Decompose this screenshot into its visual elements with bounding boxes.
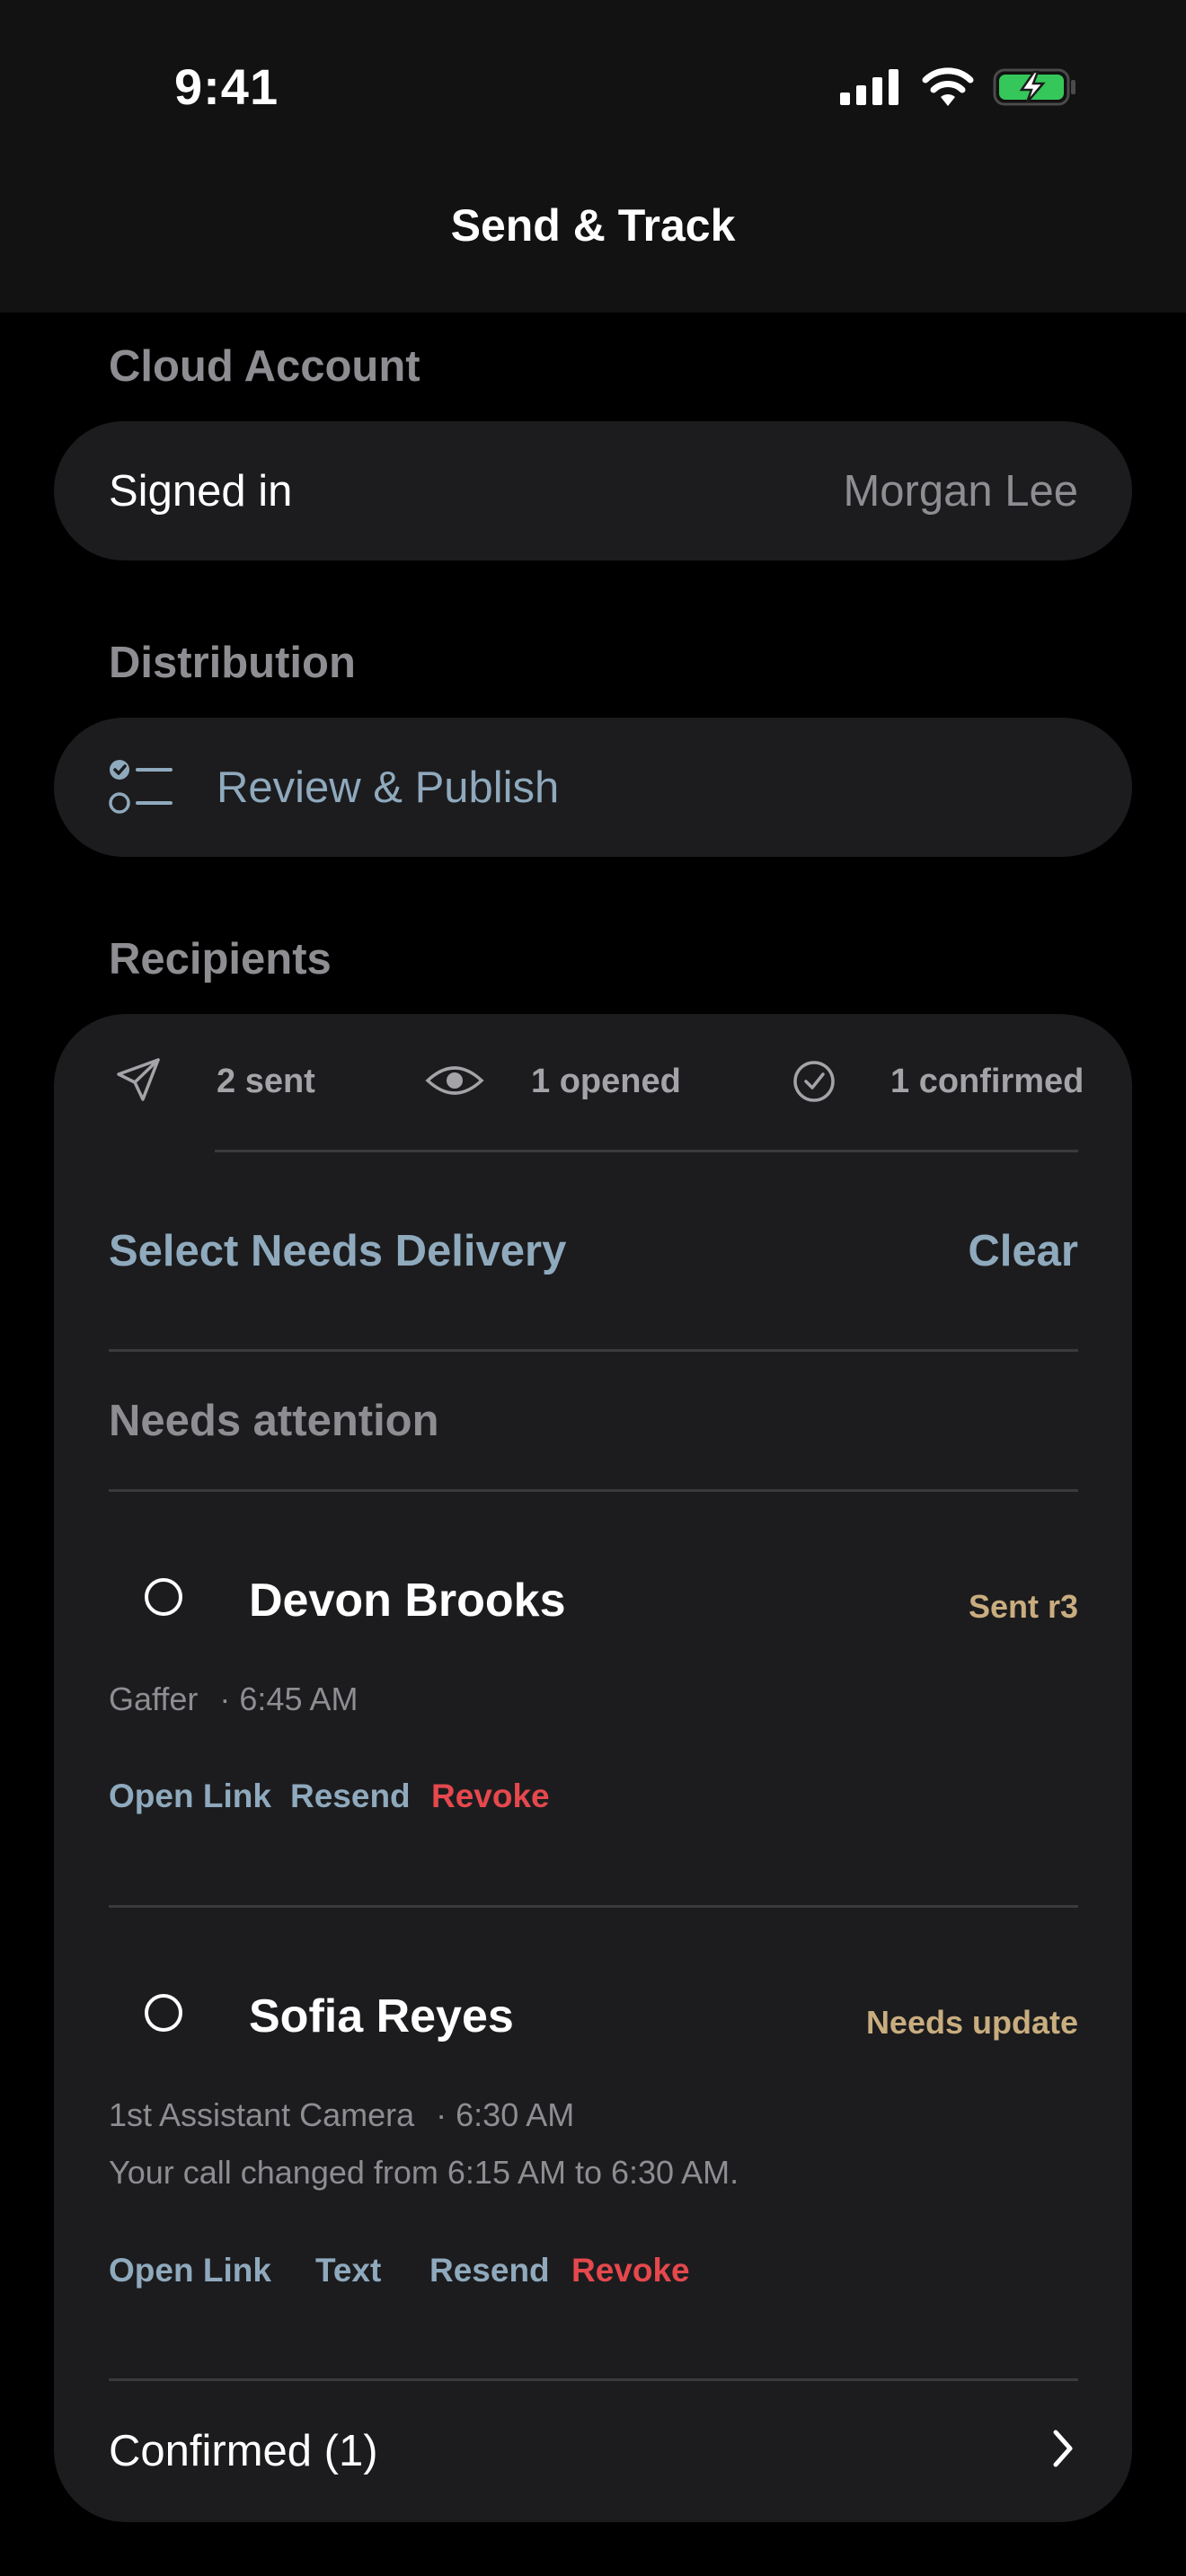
open-link-button[interactable]: Open Link	[109, 2252, 271, 2289]
needs-attention-divider	[109, 1489, 1078, 1492]
signed-in-label: Signed in	[109, 467, 293, 516]
radio-unselected-icon[interactable]	[145, 1994, 182, 2032]
resend-button[interactable]: Resend	[429, 2252, 550, 2289]
status-badge: Sent r3	[968, 1588, 1078, 1625]
call-time: · 6:45 AM	[219, 1681, 358, 1717]
revoke-button[interactable]: Revoke	[431, 1778, 550, 1815]
resend-button[interactable]: Resend	[290, 1778, 411, 1815]
open-link-button[interactable]: Open Link	[109, 1778, 271, 1815]
select-divider	[109, 1349, 1078, 1352]
revoke-button[interactable]: Revoke	[571, 2252, 690, 2289]
text-button[interactable]: Text	[315, 2252, 381, 2289]
recipient-name: Devon Brooks	[249, 1575, 566, 1627]
recipients-section-label: Recipients	[109, 935, 332, 984]
cloud-account-section-label: Cloud Account	[109, 342, 420, 391]
recipient-role: Gaffer · 6:45 AM	[109, 1681, 358, 1718]
confirmed-count: 1 confirmed	[890, 1063, 1084, 1100]
status-icons	[840, 66, 1077, 108]
paper-plane-icon	[115, 1056, 162, 1103]
review-publish-label: Review & Publish	[217, 763, 560, 812]
signed-in-user-name: Morgan Lee	[843, 467, 1078, 516]
recipient-divider	[109, 1905, 1078, 1908]
select-needs-delivery-button[interactable]: Select Needs Delivery	[109, 1226, 566, 1276]
checklist-icon	[108, 758, 173, 817]
needs-attention-label: Needs attention	[109, 1397, 439, 1445]
nav-title: Send & Track	[450, 200, 736, 251]
wifi-icon	[921, 66, 975, 108]
clear-button[interactable]: Clear	[968, 1226, 1078, 1276]
sent-count: 2 sent	[217, 1063, 315, 1100]
confirmed-label: Confirmed (1)	[109, 2427, 378, 2475]
distribution-section-label: Distribution	[109, 639, 356, 687]
recipient-role: 1st Assistant Camera · 6:30 AM	[109, 2096, 574, 2134]
opened-count: 1 opened	[531, 1063, 681, 1100]
checkmark-circle-icon	[792, 1059, 836, 1104]
recipient-name: Sofia Reyes	[249, 1990, 514, 2042]
call-time: · 6:30 AM	[436, 2096, 575, 2133]
recipients-card: 2 sent 1 opened 1 confirmed Select Needs…	[54, 1014, 1132, 2522]
cloud-account-card[interactable]: Signed in Morgan Lee	[54, 421, 1132, 560]
call-change-note: Your call changed from 6:15 AM to 6:30 A…	[109, 2154, 739, 2191]
confirmed-row[interactable]: Confirmed (1)	[54, 2381, 1132, 2522]
chevron-right-icon	[1051, 2429, 1075, 2468]
radio-unselected-icon[interactable]	[145, 1578, 182, 1616]
battery-charging-icon	[993, 66, 1077, 108]
top-bar: 9:41 Send & Track	[0, 0, 1186, 313]
status-time: 9:41	[174, 58, 279, 115]
status-badge: Needs update	[865, 2004, 1078, 2041]
role-text: Gaffer	[109, 1681, 199, 1717]
cellular-signal-icon	[840, 67, 901, 107]
eye-icon	[425, 1063, 484, 1098]
review-publish-button[interactable]: Review & Publish	[54, 718, 1132, 857]
stats-divider	[215, 1150, 1078, 1152]
role-text: 1st Assistant Camera	[109, 2096, 415, 2133]
